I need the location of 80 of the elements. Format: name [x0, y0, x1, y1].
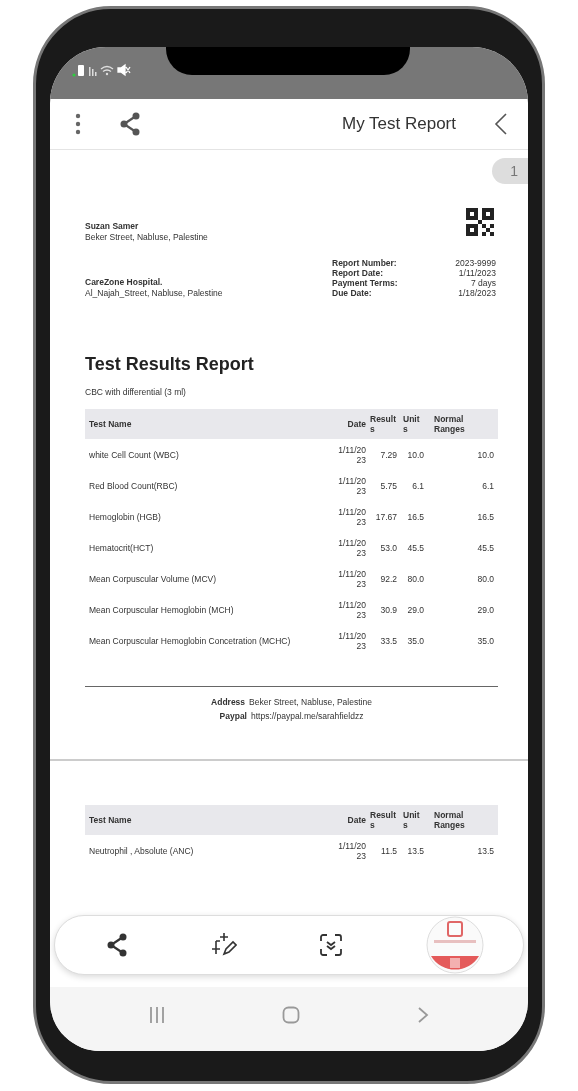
column-header: Test Name: [89, 419, 133, 429]
table-cell-text: 1/11/2023: [337, 630, 366, 651]
table-cell-text: 16.5: [476, 511, 494, 522]
footer-value: Beker Street, Nabluse, Palestine: [249, 697, 372, 707]
info-value: 7 days: [470, 278, 496, 288]
column-header: Results: [370, 810, 397, 830]
column-header: Units: [403, 414, 421, 434]
table-cell-text: Mean Corpuscular Volume (MCV): [89, 573, 218, 584]
status-icons: [72, 63, 132, 77]
column-header: Date: [346, 419, 366, 429]
table-cell-text: 17.67: [374, 511, 397, 522]
table-cell-text: 1/11/2023: [337, 475, 366, 496]
table-cell-text: 35.0: [476, 635, 494, 646]
info-label: Due Date:: [332, 288, 372, 298]
table-cell-text: 6.1: [411, 480, 424, 491]
table-cell-text: 10.0: [476, 449, 494, 460]
info-label: Report Date:: [332, 268, 383, 278]
footer-value: https://paypal.me/sarahfieldzz: [250, 711, 364, 721]
report-subtitle: CBC with differential (3 ml): [85, 387, 187, 397]
table-cell-text: white Cell Count (WBC): [89, 449, 180, 460]
table-cell-text: 45.5: [406, 542, 424, 553]
table-cell-text: 1/11/2023: [337, 444, 366, 465]
table-cell-text: 1/11/2023: [337, 840, 366, 861]
table-cell-text: 6.1: [481, 480, 494, 491]
table-cell-text: 1/11/2023: [337, 568, 366, 589]
table-cell-text: 7.29: [379, 449, 397, 460]
more-options-icon[interactable]: [75, 113, 81, 135]
info-value: 1/18/2023: [458, 288, 496, 298]
table-cell-text: Hemoglobin (HGB): [89, 511, 162, 522]
table-cell-text: Mean Corpuscular Hemoglobin Concetration (MCHC): [89, 635, 292, 646]
table-cell-text: 33.5: [379, 635, 397, 646]
table-cell-text: 13.5: [406, 845, 424, 856]
info-label: Report Number:: [332, 258, 397, 268]
column-header: Test Name: [89, 815, 133, 825]
table-cell-text: 35.0: [406, 635, 424, 646]
report-thumbnail-drawing[interactable]: [425, 916, 484, 974]
table-cell-text: Mean Corpuscular Hemoglobin (MCH): [89, 604, 235, 615]
column-header: Normal Ranges: [434, 414, 466, 434]
app-title: My Test Report: [342, 114, 456, 134]
info-label: Payment Terms:: [332, 278, 398, 288]
table-cell-text: 29.0: [406, 604, 424, 615]
column-header: Normal Ranges: [434, 810, 466, 830]
home-icon[interactable]: [282, 1006, 300, 1024]
footer-label: Paypal: [219, 711, 247, 721]
table-cell-text: 29.0: [476, 604, 494, 615]
column-header: Date: [346, 815, 366, 825]
hospital-name: CareZone Hospital.: [85, 277, 164, 287]
column-header: Units: [403, 810, 421, 830]
table-cell-text: Neutrophil , Absolute (ANC): [89, 845, 195, 856]
table-cell-text: 45.5: [476, 542, 494, 553]
table-cell-text: 80.0: [406, 573, 424, 584]
column-header: Results: [370, 414, 397, 434]
table-cell-text: 11.5: [380, 845, 397, 856]
table-cell-text: 1/11/2023: [337, 537, 366, 558]
table-cell-text: 16.5: [406, 511, 424, 522]
table-cell-text: 1/11/2023: [337, 599, 366, 620]
table-cell-text: 1/11/2023: [337, 506, 366, 527]
footer-label: Address: [211, 697, 246, 707]
table-cell-text: 5.75: [379, 480, 397, 491]
report-title: Test Results Report: [85, 354, 255, 375]
table-cell-text: 13.5: [476, 845, 494, 856]
info-value: 1/11/2023: [458, 268, 496, 278]
table-cell-text: 92.2: [379, 573, 397, 584]
crop-edit-icon[interactable]: [210, 932, 237, 958]
page-number-badge: 1: [492, 158, 528, 184]
table-cell-text: 80.0: [476, 573, 494, 584]
table-cell-text: 30.9: [379, 604, 397, 615]
patient-address: Beker Street, Nabluse, Palestine: [85, 232, 208, 242]
table-cell-text: 53.0: [379, 542, 397, 553]
table-cell-text: Red Blood Count(RBC): [89, 480, 179, 491]
table-cell-text: 10.0: [406, 449, 424, 460]
scan-icon[interactable]: [319, 933, 344, 957]
patient-name: Suzan Samer: [85, 221, 140, 231]
qr-code-icon: [466, 208, 494, 236]
table-cell-text: Hematocrit(HCT): [89, 542, 155, 553]
share-icon[interactable]: [106, 933, 129, 957]
back-icon[interactable]: [494, 112, 508, 136]
info-value: 2023-9999: [455, 258, 496, 268]
hospital-address: Al_Najah_Street, Nabluse, Palestine: [85, 288, 223, 298]
share-icon[interactable]: [119, 112, 141, 136]
